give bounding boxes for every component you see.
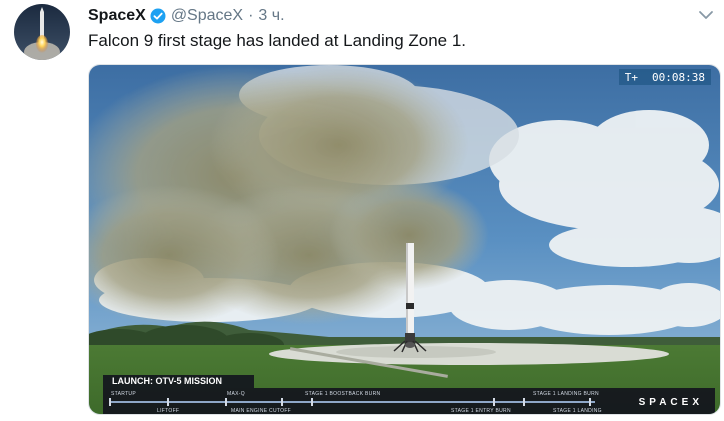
milestone-liftoff: LIFTOFF — [157, 408, 180, 414]
milestone-landing: STAGE 1 LANDING — [553, 408, 602, 414]
tweet-text: Falcon 9 first stage has landed at Landi… — [88, 31, 467, 50]
tweet-header: SpaceX @SpaceX · 3 ч. — [88, 6, 285, 26]
landing-scene-image — [89, 65, 720, 414]
verified-badge-icon — [150, 8, 166, 24]
timeline-tick — [281, 398, 283, 406]
timeline-tick — [589, 398, 591, 406]
milestone-entry-burn: STAGE 1 ENTRY BURN — [451, 408, 511, 414]
author-name[interactable]: SpaceX — [88, 7, 146, 25]
timer-value: 00:08:38 — [652, 70, 705, 84]
milestone-meco: MAIN ENGINE CUTOFF — [231, 408, 292, 414]
mission-timer: T+ 00:08:38 — [618, 69, 711, 85]
timer-prefix: T+ — [624, 70, 639, 84]
mission-lower-third: LAUNCH: OTV-5 MISSION STARTUP MAX-Q STAG… — [89, 375, 720, 414]
chevron-down-icon[interactable] — [698, 9, 714, 21]
separator-dot: · — [248, 7, 254, 24]
timeline-tick — [109, 398, 111, 406]
author-handle[interactable]: @SpaceX — [171, 7, 243, 25]
timeline-tick — [523, 398, 525, 406]
timeline-tick — [493, 398, 495, 406]
tweet-media-video[interactable]: T+ 00:08:38 LAUNCH: OTV-5 MISSION STARTU… — [88, 64, 721, 415]
timeline-tick — [311, 398, 313, 406]
tweet: SpaceX @SpaceX · 3 ч. Falcon 9 first sta… — [0, 0, 724, 421]
milestone-startup: STARTUP — [111, 391, 136, 397]
milestone-max-q: MAX-Q — [227, 391, 245, 397]
spacex-logo: SPACEX — [638, 397, 703, 408]
timeline-tick — [167, 398, 169, 406]
mission-timeline: STARTUP MAX-Q STAGE 1 BOOSTBACK BURN STA… — [103, 388, 715, 414]
avatar[interactable] — [14, 4, 70, 60]
milestone-landing-burn: STAGE 1 LANDING BURN — [533, 391, 599, 397]
timeline-tick — [225, 398, 227, 406]
mission-label: LAUNCH: OTV-5 MISSION — [103, 375, 254, 388]
avatar-rocket-launch-image — [14, 4, 70, 60]
tweet-timestamp[interactable]: 3 ч. — [258, 7, 284, 25]
milestone-boostback-burn: STAGE 1 BOOSTBACK BURN — [305, 391, 381, 397]
